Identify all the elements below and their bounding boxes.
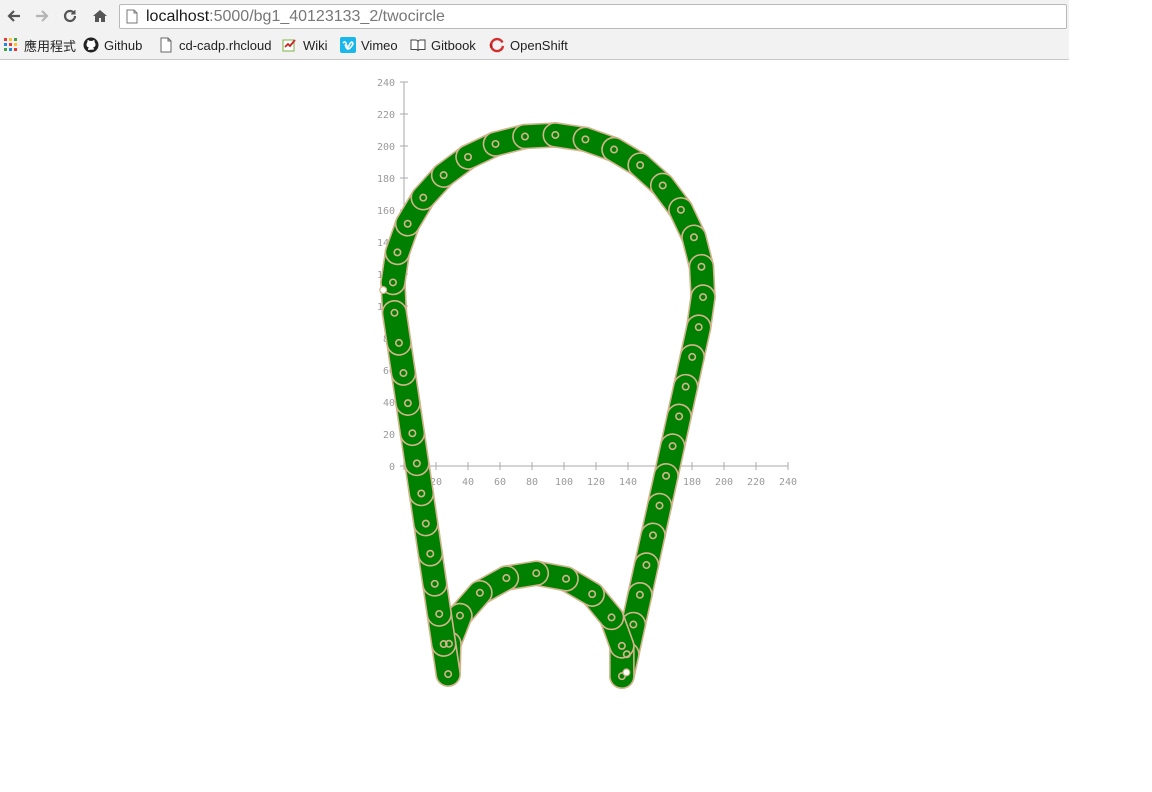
- y-tick-label: 240: [377, 78, 395, 89]
- bookmark-openshift[interactable]: OpenShift: [489, 35, 568, 55]
- chain-link: [381, 300, 412, 356]
- browser-chrome: localhost:5000/bg1_40123133_2/twocircle …: [0, 0, 1069, 60]
- url-text: localhost:5000/bg1_40123133_2/twocircle: [146, 7, 445, 27]
- y-tick-label: 0: [389, 462, 395, 473]
- bookmark-label: Wiki: [303, 37, 328, 53]
- bookmark-label: Vimeo: [361, 37, 398, 53]
- y-tick-label: 180: [377, 174, 395, 185]
- home-button[interactable]: [90, 6, 110, 26]
- url-path: :5000/bg1_40123133_2/twocircle: [209, 8, 445, 25]
- bookmark-cd-cadp[interactable]: cd-cadp.rhcloud: [158, 35, 272, 55]
- chain-links: [379, 122, 716, 689]
- y-tick-label: 200: [377, 142, 395, 153]
- github-icon: [83, 37, 99, 53]
- bookmark-wiki[interactable]: Wiki: [282, 35, 328, 55]
- x-tick-label: 60: [494, 477, 506, 488]
- bookmark-vimeo[interactable]: Vimeo: [340, 35, 398, 55]
- forward-arrow-icon: [36, 10, 49, 22]
- reload-button[interactable]: [60, 6, 80, 26]
- highlighted-pin: [379, 286, 388, 295]
- y-tick-label: 20: [383, 430, 395, 441]
- apps-grid-icon: [4, 38, 17, 51]
- browser-toolbar: localhost:5000/bg1_40123133_2/twocircle: [0, 0, 1069, 32]
- x-tick-label: 80: [526, 477, 538, 488]
- back-arrow-icon: [7, 10, 20, 22]
- reload-icon: [63, 9, 77, 23]
- page-icon: [160, 37, 172, 53]
- address-bar[interactable]: localhost:5000/bg1_40123133_2/twocircle: [119, 4, 1067, 29]
- x-tick-label: 240: [779, 477, 797, 488]
- x-tick-label: 220: [747, 477, 765, 488]
- x-tick-label: 40: [462, 477, 474, 488]
- wiki-icon: [282, 39, 296, 52]
- x-tick-label: 100: [555, 477, 573, 488]
- url-host: localhost: [146, 8, 210, 25]
- x-tick-label: 140: [619, 477, 637, 488]
- gitbook-icon: [410, 39, 426, 52]
- bookmark-gitbook[interactable]: Gitbook: [410, 35, 476, 55]
- bookmark-label: cd-cadp.rhcloud: [179, 37, 272, 53]
- bookmark-github[interactable]: Github: [83, 35, 142, 55]
- y-tick-label: 220: [377, 110, 395, 121]
- bookmark-label: Gitbook: [431, 37, 476, 53]
- y-tick-label: 40: [383, 398, 395, 409]
- bookmarks-bar: 應用程式 Github cd-cadp.rhcloud Wiki Vimeo G…: [0, 32, 1069, 59]
- chain-diagram: 2040608010012014016018020022024002040608…: [377, 78, 797, 689]
- back-button[interactable]: [4, 6, 24, 26]
- home-icon: [93, 10, 107, 22]
- page-icon: [126, 9, 138, 24]
- y-tick-label: 160: [377, 206, 395, 217]
- bookmark-label: Github: [104, 37, 143, 53]
- openshift-icon: [489, 37, 505, 53]
- chain-canvas: 2040608010012014016018020022024002040608…: [0, 59, 1152, 792]
- bookmark-label: 應用程式: [24, 38, 77, 54]
- bookmark-label: OpenShift: [510, 37, 568, 53]
- x-tick-label: 200: [715, 477, 733, 488]
- forward-button[interactable]: [32, 6, 52, 26]
- x-tick-label: 180: [683, 477, 701, 488]
- vimeo-icon: [340, 37, 356, 53]
- bookmark-apps[interactable]: 應用程式: [3, 35, 76, 55]
- x-tick-label: 120: [587, 477, 605, 488]
- link-plate: [381, 300, 412, 356]
- highlighted-pin: [622, 668, 631, 677]
